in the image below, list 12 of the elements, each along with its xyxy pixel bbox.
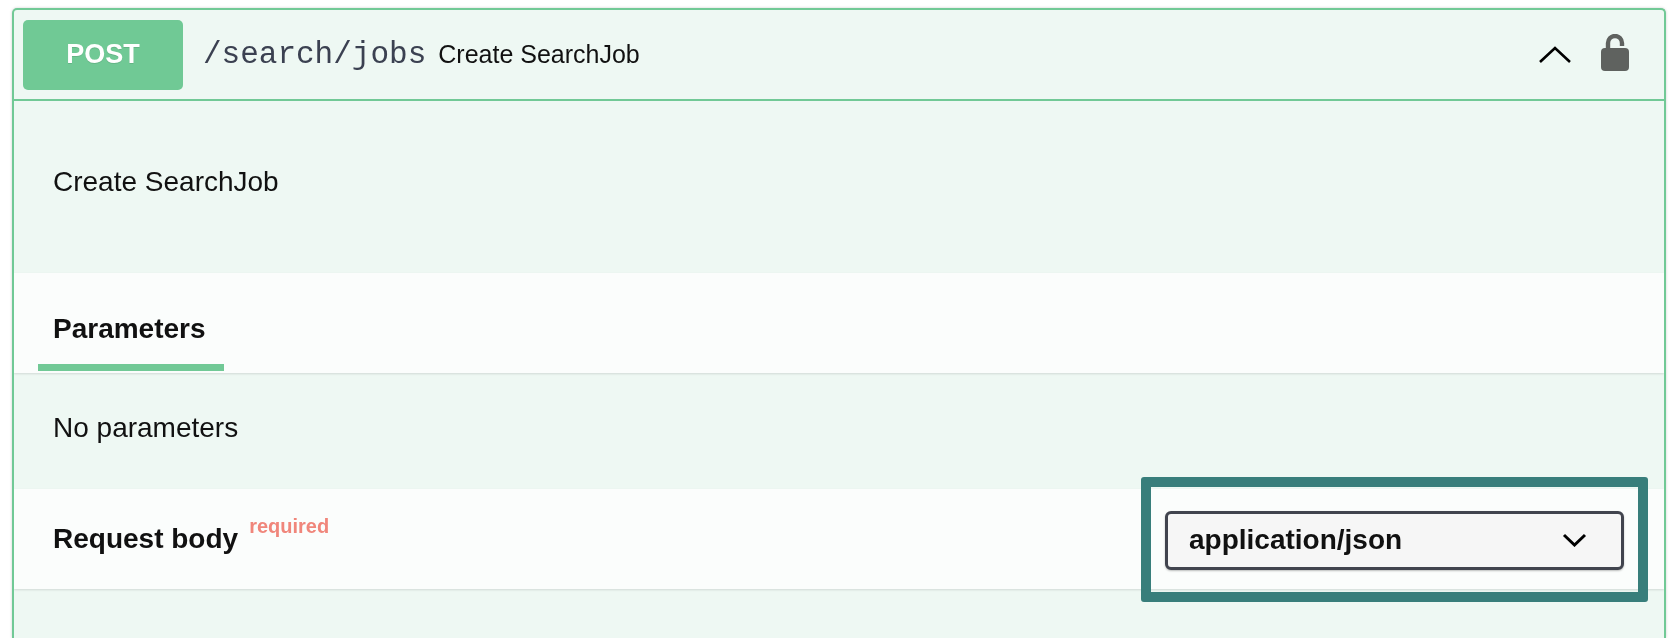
content-type-select[interactable]: application/json xyxy=(1165,510,1624,570)
parameters-tab[interactable]: Parameters xyxy=(38,313,224,371)
request-body-title: Request body xyxy=(53,522,239,556)
endpoint-summary: Create SearchJob xyxy=(438,40,640,69)
description-text: Create SearchJob xyxy=(53,165,280,199)
chevron-up-icon[interactable] xyxy=(1538,45,1572,64)
open-padlock-icon[interactable] xyxy=(1601,34,1629,71)
required-label: required xyxy=(249,514,330,538)
method-badge: POST xyxy=(23,19,183,90)
no-parameters-text: No parameters xyxy=(53,411,240,445)
endpoint-path: /search/jobs xyxy=(203,37,427,72)
chevron-down-icon xyxy=(1562,533,1587,547)
